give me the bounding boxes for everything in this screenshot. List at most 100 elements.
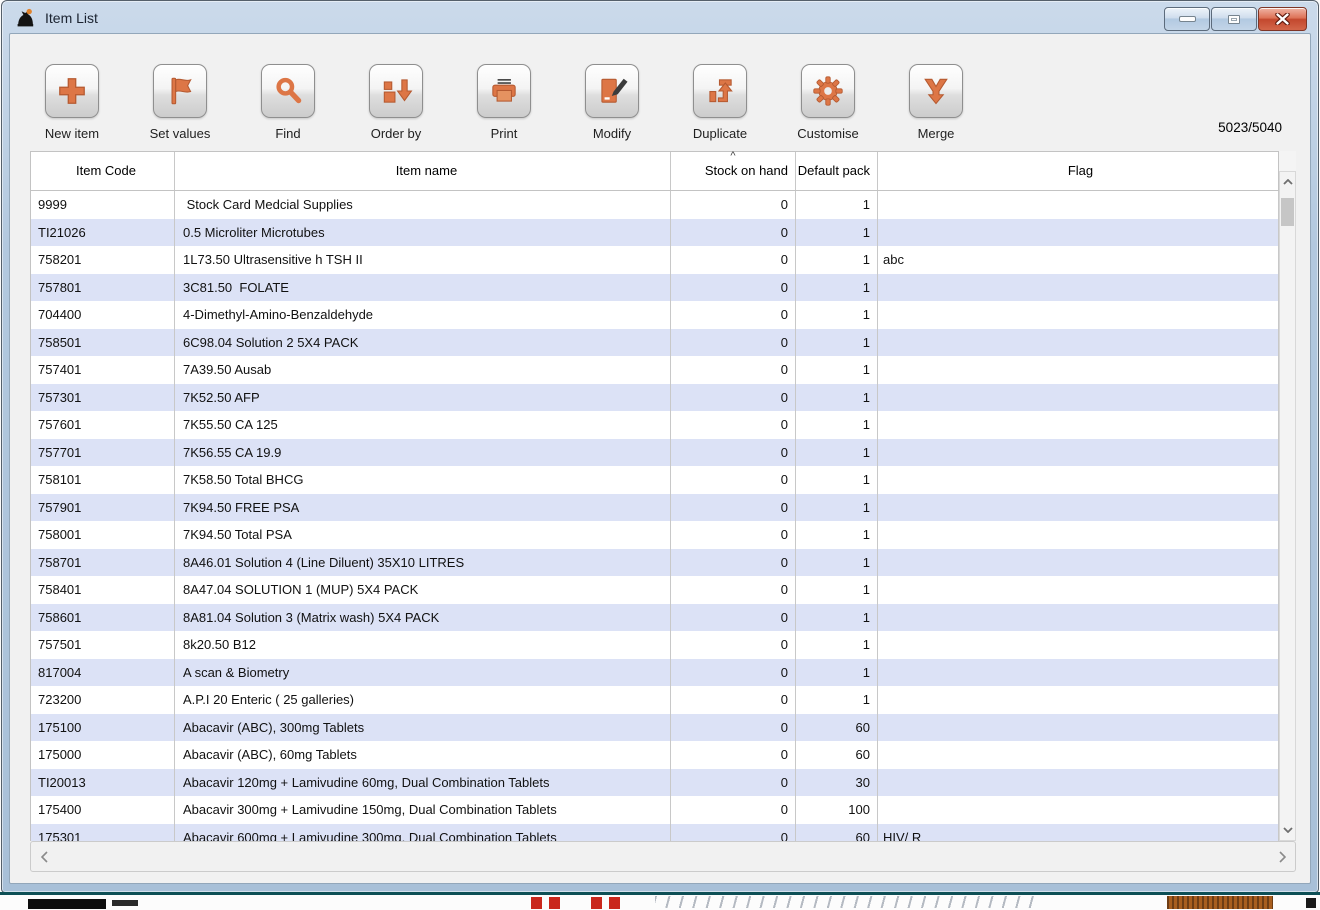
column-header-default-pack[interactable]: Default pack [796,152,878,190]
column-header-label: Item name [396,164,457,179]
cell-item-code: 757901 [31,494,175,522]
horizontal-scrollbar[interactable] [30,841,1296,872]
toolbar-button-new-item[interactable]: New item [18,64,126,141]
table-row[interactable]: TI210260.5 Microliter Microtubes01 [31,219,1278,247]
column-header-flag[interactable]: Flag [878,152,1278,190]
cell-stock-on-hand: 0 [671,274,796,302]
table-row[interactable]: 7582011L73.50 Ultrasensitive h TSH II01a… [31,246,1278,274]
table-row[interactable]: 817004A scan & Biometry01 [31,659,1278,687]
cell-stock-on-hand: 0 [671,356,796,384]
background-window-fragment [549,897,560,909]
cell-item-code: 817004 [31,659,175,687]
background-window-fragment [112,900,138,906]
sort-ascending-icon: ^ [730,151,735,162]
table-row[interactable]: 7579017K94.50 FREE PSA01 [31,494,1278,522]
app-icon [15,7,36,28]
maximize-button[interactable] [1211,7,1257,31]
cell-item-code: 175400 [31,796,175,824]
cell-flag [878,494,1278,522]
cell-item-name: Abacavir 300mg + Lamivudine 150mg, Dual … [175,796,671,824]
cell-item-name: Abacavir 120mg + Lamivudine 60mg, Dual C… [175,769,671,797]
scroll-up-icon[interactable] [1280,175,1295,189]
titlebar[interactable]: Item List [2,1,1318,34]
cell-default-pack: 1 [796,219,878,247]
cell-stock-on-hand: 0 [671,659,796,687]
minimize-button[interactable] [1164,7,1210,31]
table-row[interactable]: 7585016C98.04 Solution 2 5X4 PACK01 [31,329,1278,357]
scroll-down-icon[interactable] [1280,823,1295,837]
cell-flag [878,714,1278,742]
table-row[interactable]: 7586018A81.04 Solution 3 (Matrix wash) 5… [31,604,1278,632]
table-row[interactable]: 7574017A39.50 Ausab01 [31,356,1278,384]
cell-flag [878,191,1278,219]
background-window-fragment [531,897,542,909]
cell-flag [878,521,1278,549]
vertical-scroll-thumb[interactable] [1281,198,1294,226]
toolbar-button-duplicate[interactable]: Duplicate [666,64,774,141]
table-row[interactable]: 7584018A47.04 SOLUTION 1 (MUP) 5X4 PACK0… [31,576,1278,604]
table-row[interactable]: 7587018A46.01 Solution 4 (Line Diluent) … [31,549,1278,577]
cell-stock-on-hand: 0 [671,384,796,412]
flag-icon [153,64,207,118]
cell-default-pack: 100 [796,796,878,824]
table-row[interactable]: 175301Abacavir 600mg + Lamivudine 300mg,… [31,824,1278,842]
cell-flag [878,741,1278,769]
table-row[interactable]: 723200A.P.I 20 Enteric ( 25 galleries)01 [31,686,1278,714]
column-header-label: Flag [1068,164,1093,179]
scroll-left-icon[interactable] [33,842,55,871]
column-header-stock-on-hand[interactable]: Stock on hand ^ [671,152,796,190]
background-window-fragment [591,897,602,909]
table-body: 9999 Stock Card Medcial Supplies01TI2102… [30,191,1279,841]
toolbar-button-merge[interactable]: Merge [882,64,990,141]
table-row[interactable]: 7581017K58.50 Total BHCG01 [31,466,1278,494]
cell-default-pack: 60 [796,824,878,842]
cell-flag [878,576,1278,604]
table-row[interactable]: 175100Abacavir (ABC), 300mg Tablets060 [31,714,1278,742]
cell-item-name: 7A39.50 Ausab [175,356,671,384]
cell-item-name: 7K94.50 FREE PSA [175,494,671,522]
cell-default-pack: 1 [796,411,878,439]
table-row[interactable]: 7578013C81.50 FOLATE01 [31,274,1278,302]
table-row[interactable]: 7575018k20.50 B1201 [31,631,1278,659]
table-row[interactable]: 7576017K55.50 CA 12501 [31,411,1278,439]
table-row[interactable]: 175000Abacavir (ABC), 60mg Tablets060 [31,741,1278,769]
table-row[interactable]: 175400Abacavir 300mg + Lamivudine 150mg,… [31,796,1278,824]
column-header-item-name[interactable]: Item name [175,152,671,190]
merge-icon [909,64,963,118]
cell-item-code: 758001 [31,521,175,549]
scroll-right-icon[interactable] [1271,842,1293,871]
column-header-item-code[interactable]: Item Code [31,152,175,190]
close-button[interactable] [1258,7,1307,31]
table-row[interactable]: 7577017K56.55 CA 19.901 [31,439,1278,467]
table-row[interactable]: 7044004-Dimethyl-Amino-Benzaldehyde01 [31,301,1278,329]
cell-flag: abc [878,246,1278,274]
column-header-label: Default pack [798,164,870,179]
cell-item-name: 8A46.01 Solution 4 (Line Diluent) 35X10 … [175,549,671,577]
toolbar-button-label: Find [275,126,300,141]
table-row[interactable]: 9999 Stock Card Medcial Supplies01 [31,191,1278,219]
toolbar-button-label: Duplicate [693,126,747,141]
cell-item-code: 9999 [31,191,175,219]
toolbar-button-modify[interactable]: Modify [558,64,666,141]
cell-item-code: TI20013 [31,769,175,797]
column-header-label: Stock on hand [705,164,788,179]
vertical-scrollbar[interactable] [1279,171,1296,841]
background-window-fragment [655,896,1040,908]
toolbar-button-find[interactable]: Find [234,64,342,141]
cell-item-code: 758701 [31,549,175,577]
toolbar-button-order-by[interactable]: Order by [342,64,450,141]
cell-flag: HIV/ R [878,824,1278,842]
cell-flag [878,329,1278,357]
background-window-edge [0,892,1320,895]
cell-item-name: 7K56.55 CA 19.9 [175,439,671,467]
cell-item-name: 7K55.50 CA 125 [175,411,671,439]
table-row[interactable]: 7573017K52.50 AFP01 [31,384,1278,412]
background-window-fragment [609,897,620,909]
cell-item-name: 7K58.50 Total BHCG [175,466,671,494]
cell-default-pack: 1 [796,301,878,329]
toolbar-button-set-values[interactable]: Set values [126,64,234,141]
toolbar-button-print[interactable]: Print [450,64,558,141]
table-row[interactable]: TI20013Abacavir 120mg + Lamivudine 60mg,… [31,769,1278,797]
toolbar-button-customise[interactable]: Customise [774,64,882,141]
table-row[interactable]: 7580017K94.50 Total PSA01 [31,521,1278,549]
